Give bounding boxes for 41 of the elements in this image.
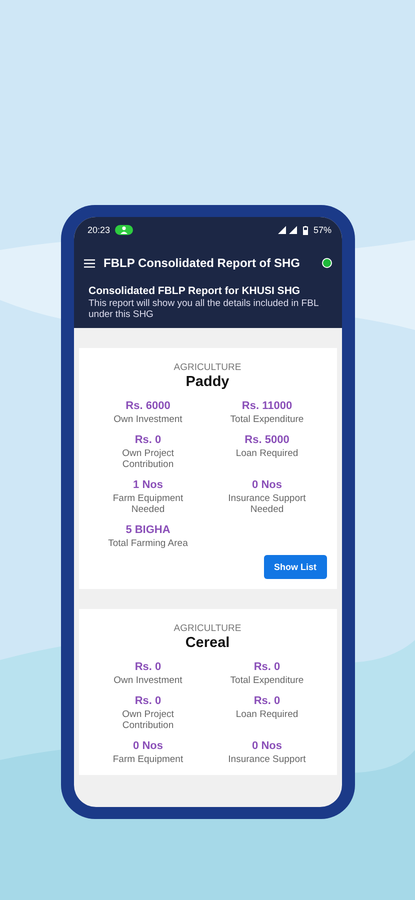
- stat-label: Own Project Contribution: [121, 708, 175, 732]
- stat-value: Rs. 6000: [126, 400, 170, 412]
- stat-value: 0 Nos: [252, 478, 282, 490]
- stat-value: 1 Nos: [133, 478, 163, 490]
- stat-value: Rs. 0: [134, 661, 162, 673]
- signal-icon: [278, 226, 298, 234]
- stat-label: Loan Required: [234, 708, 300, 720]
- battery-level: 57%: [313, 225, 332, 235]
- category-label: AGRICULTURE: [172, 623, 242, 634]
- app-bar-title: FBLP Consolidated Report of SHG: [104, 256, 301, 270]
- crop-name: Cereal: [184, 635, 231, 651]
- stat-label: Total Expenditure: [229, 414, 305, 426]
- menu-icon[interactable]: [84, 258, 94, 268]
- stat-value: 5 BIGHA: [126, 524, 170, 536]
- stat-label: Own Project Contribution: [121, 448, 175, 470]
- stat-label: Insurance Support Needed: [227, 492, 307, 516]
- call-indicator-icon: [115, 225, 134, 235]
- status-dot-icon: [322, 258, 332, 268]
- stat-value: 0 Nos: [252, 740, 282, 752]
- stat-label: Total Expenditure: [229, 675, 305, 686]
- stat-value: Rs. 0: [254, 694, 280, 706]
- stat-value: Rs. 5000: [244, 434, 290, 446]
- report-description: This report will show you all the details included in FBL under this SHG: [88, 298, 320, 320]
- stat-label: Insurance Support: [227, 754, 307, 765]
- stat-label: Farm Equipment: [112, 754, 184, 765]
- stat-label: Own Investment: [112, 675, 184, 686]
- stat-value: Rs. 0: [254, 661, 280, 673]
- stat-value: Rs. 0: [134, 694, 162, 706]
- crop-name: Paddy: [184, 374, 230, 390]
- battery-icon: [303, 226, 308, 234]
- report-heading: Consolidated FBLP Report for KHUSI SHG: [88, 285, 302, 297]
- stat-label: Total Farming Area: [107, 538, 189, 549]
- stat-label: Loan Required: [234, 448, 300, 459]
- stat-value: Rs. 0: [134, 434, 162, 446]
- stat-label: Own Investment: [112, 414, 184, 426]
- stat-label: Farm Equipment Needed: [112, 492, 184, 516]
- stat-value: 0 Nos: [133, 740, 163, 752]
- category-label: AGRICULTURE: [172, 362, 242, 373]
- status-time: 20:23: [88, 225, 110, 235]
- stat-value: Rs. 11000: [242, 400, 292, 412]
- show-list-button[interactable]: Show List: [264, 555, 326, 579]
